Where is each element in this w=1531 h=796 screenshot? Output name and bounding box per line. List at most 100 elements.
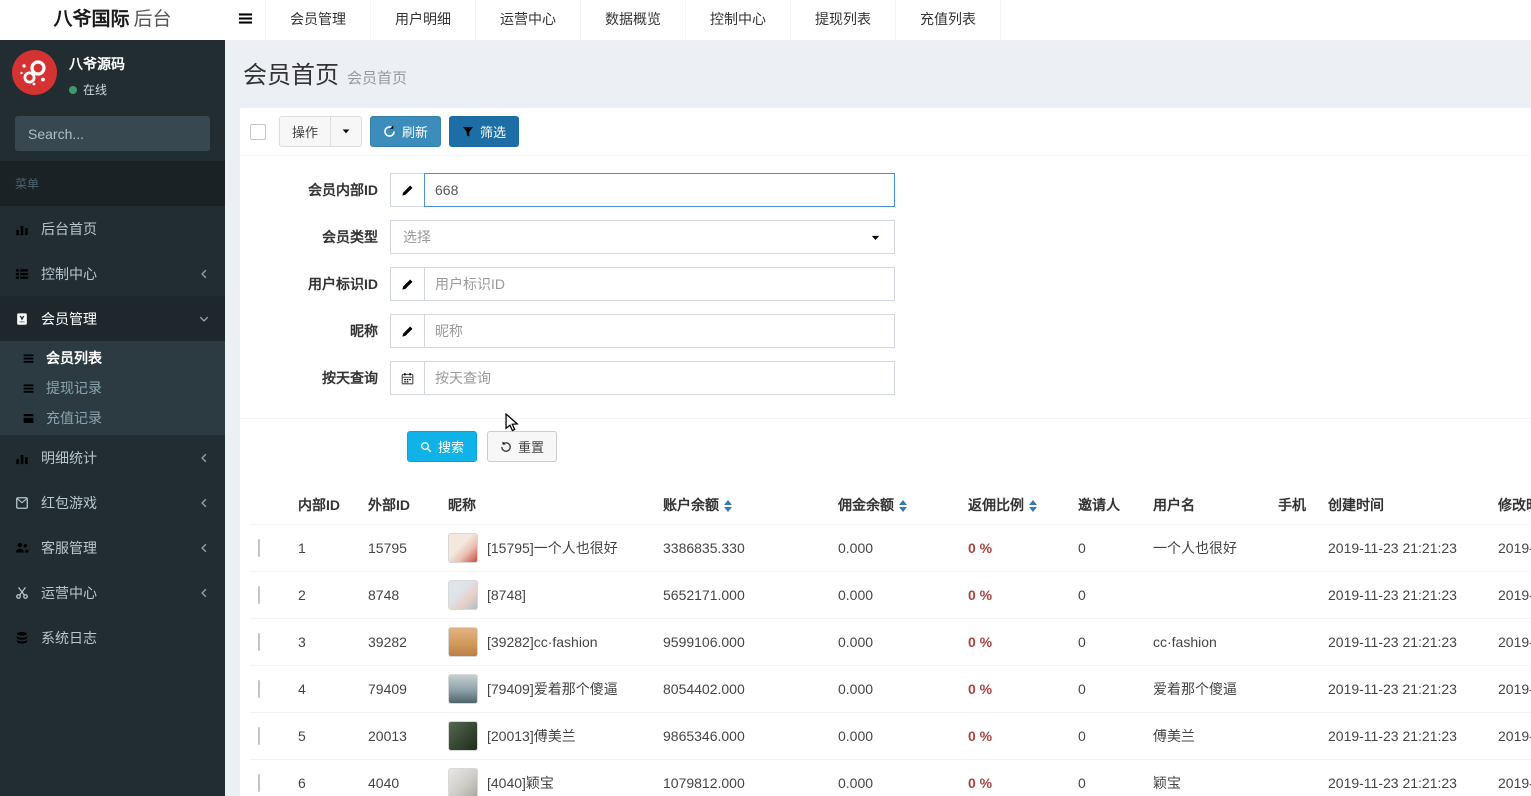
cell-rebate: 0 % — [960, 571, 1070, 619]
sidebar-item-operation-center[interactable]: 运营中心 — [0, 570, 225, 615]
row-checkbox[interactable] — [258, 774, 260, 793]
select-all-checkbox[interactable] — [250, 123, 266, 140]
top-navbar: 八爷国际 后台 会员管理 用户明细 运营中心 数据概览 控制中心 提现列表 充值列… — [0, 0, 1531, 40]
cell-nickname: [79409]爱着那个傻逼 — [440, 665, 655, 713]
cell-commission: 0.000 — [830, 571, 960, 619]
select-value: 选择 — [403, 229, 431, 245]
caret-down-icon — [340, 124, 352, 140]
sidebar-item-customer-service[interactable]: 客服管理 — [0, 525, 225, 570]
sidebar-item-label: 红包游戏 — [41, 494, 97, 511]
action-dropdown-toggle[interactable] — [331, 116, 363, 147]
cell-modified: 2019-11-23 21:21:23 — [1490, 571, 1531, 619]
sidebar-item-label: 运营中心 — [41, 584, 97, 601]
database-icon — [15, 631, 41, 645]
row-checkbox[interactable] — [258, 539, 260, 557]
row-checkbox[interactable] — [258, 633, 260, 651]
user-tag-id-input[interactable] — [424, 267, 895, 301]
cell-created: 2019-11-23 21:21:23 — [1320, 618, 1490, 666]
sidebar-item-redpacket-game[interactable]: 红包游戏 — [0, 480, 225, 525]
reset-button[interactable]: 重置 — [487, 431, 558, 462]
sort-icon[interactable] — [724, 500, 732, 513]
col-header-inviter: 邀请人 — [1078, 497, 1120, 513]
menu-section-label: 菜单 — [0, 161, 225, 206]
date-query-input[interactable] — [424, 361, 895, 395]
calendar-icon — [390, 361, 424, 395]
search-button-label: 搜索 — [438, 440, 465, 455]
funnel-icon — [462, 126, 474, 138]
cell-phone — [1270, 571, 1320, 619]
table-row: 4 79409 [79409]爱着那个傻逼 8054402.000 0.000 … — [250, 665, 1531, 713]
sidebar: 八爷源码 在线 菜单 后台首页 控制中心 会员管理 会员列表 提现记录 充值记录 — [0, 40, 225, 796]
sidebar-subitem-label: 会员列表 — [46, 350, 102, 366]
chevron-left-icon — [198, 542, 210, 554]
form-row-nickname: 昵称 — [240, 314, 1531, 348]
sidebar-item-detail-statistics[interactable]: 明细统计 — [0, 435, 225, 480]
form-actions: 搜索 重置 — [240, 419, 1531, 474]
cell-inviter: 0 — [1070, 618, 1145, 666]
nickname-input[interactable] — [424, 314, 895, 348]
cell-modified: 2019-11-23 21:21:23 — [1490, 665, 1531, 713]
sidebar-search-input[interactable] — [15, 116, 210, 151]
sidebar-item-label: 控制中心 — [41, 265, 97, 282]
field-label: 按天查询 — [322, 370, 378, 386]
content-box: 操作 刷新 筛选 会员内部ID 会员类型 — [240, 108, 1531, 796]
cell-username: 一个人也很好 — [1145, 524, 1270, 572]
chevron-left-icon — [198, 587, 210, 599]
sidebar-item-member-management[interactable]: 会员管理 — [0, 296, 225, 341]
cell-external-id: 39282 — [360, 618, 440, 666]
lines-icon — [22, 352, 46, 365]
sidebar-item-control-center[interactable]: 控制中心 — [0, 251, 225, 296]
nav-tab-control-center[interactable]: 控制中心 — [686, 0, 791, 40]
cell-phone — [1270, 524, 1320, 572]
cell-commission: 0.000 — [830, 759, 960, 796]
card-filled-icon — [22, 412, 46, 425]
filter-button[interactable]: 筛选 — [449, 116, 520, 147]
sidebar-item-withdraw-records[interactable]: 提现记录 — [0, 373, 225, 403]
cell-created: 2019-11-23 21:21:23 — [1320, 759, 1490, 796]
cell-balance: 1079812.000 — [655, 759, 830, 796]
sidebar-item-recharge-records[interactable]: 充值记录 — [0, 403, 225, 433]
undo-icon — [500, 441, 512, 453]
nav-tab-data-overview[interactable]: 数据概览 — [581, 0, 686, 40]
users-icon — [15, 541, 41, 555]
sidebar-item-member-list[interactable]: 会员列表 — [0, 343, 225, 373]
red-packet-icon — [15, 496, 41, 510]
table-row: 1 15795 [15795]一个人也很好 3386835.330 0.000 … — [250, 524, 1531, 572]
sidebar-item-system-log[interactable]: 系统日志 — [0, 615, 225, 660]
refresh-button[interactable]: 刷新 — [370, 116, 442, 147]
cell-nickname: [8748] — [440, 571, 655, 619]
nav-tab-withdraw-list[interactable]: 提现列表 — [791, 0, 896, 40]
user-status-label: 在线 — [83, 83, 108, 97]
nav-tab-recharge-list[interactable]: 充值列表 — [896, 0, 1001, 40]
sidebar-toggle-button[interactable] — [225, 0, 265, 40]
nav-tab-user-detail[interactable]: 用户明细 — [371, 0, 476, 40]
sidebar-item-label: 后台首页 — [41, 220, 97, 237]
member-avatar — [448, 627, 478, 657]
cell-rebate: 0 % — [960, 524, 1070, 572]
row-checkbox[interactable] — [258, 586, 260, 604]
action-button[interactable]: 操作 — [279, 116, 332, 147]
nav-tab-member-management[interactable]: 会员管理 — [265, 0, 371, 40]
search-button[interactable]: 搜索 — [407, 431, 478, 462]
sort-icon[interactable] — [899, 500, 907, 513]
cell-created: 2019-11-23 21:21:23 — [1320, 712, 1490, 760]
col-header-created: 创建时间 — [1328, 497, 1384, 513]
cell-phone — [1270, 759, 1320, 796]
nav-tab-operation-center[interactable]: 运营中心 — [476, 0, 581, 40]
cell-balance: 9599106.000 — [655, 618, 830, 666]
sidebar-subitem-label: 充值记录 — [46, 410, 102, 426]
row-checkbox[interactable] — [258, 680, 260, 698]
members-table-wrap: 内部ID 外部ID 昵称 账户余额 佣金余额 返佣比例 邀请人 用户名 手机 创… — [240, 486, 1531, 796]
field-label: 会员类型 — [322, 229, 378, 245]
col-header-balance[interactable]: 账户余额 — [655, 486, 830, 525]
cell-username: 傅美兰 — [1145, 712, 1270, 760]
row-checkbox[interactable] — [258, 727, 260, 745]
col-header-commission[interactable]: 佣金余额 — [830, 486, 960, 525]
col-header-rebate[interactable]: 返佣比例 — [960, 486, 1070, 525]
sort-icon[interactable] — [1029, 500, 1037, 513]
sidebar-item-dashboard[interactable]: 后台首页 — [0, 206, 225, 251]
brand-logo[interactable]: 八爷国际 后台 — [0, 0, 225, 40]
col-header-modified: 修改时间 — [1498, 497, 1531, 513]
member-type-select[interactable]: 选择 — [390, 220, 895, 254]
member-internal-id-input[interactable] — [424, 173, 895, 207]
